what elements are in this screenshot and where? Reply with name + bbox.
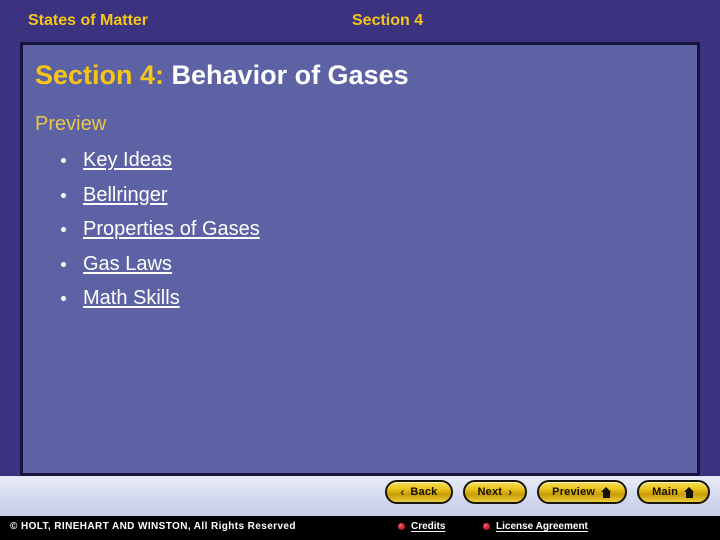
slide-content-panel: Section 4: Behavior of Gases Preview Key… xyxy=(20,42,700,476)
list-item[interactable]: Gas Laws xyxy=(35,247,260,282)
license-link-group[interactable]: License Agreement xyxy=(483,521,588,532)
bullet-icon xyxy=(61,261,66,267)
slide-title: Section 4: Behavior of Gases xyxy=(35,60,409,91)
list-item[interactable]: Math Skills xyxy=(35,281,260,316)
bullet-icon xyxy=(61,192,66,198)
list-item[interactable]: Bellringer xyxy=(35,178,260,213)
next-button[interactable]: Next › xyxy=(462,480,528,504)
header-course-title: States of Matter xyxy=(28,12,149,29)
bullet-dot-icon xyxy=(483,523,490,530)
next-button-label: Next xyxy=(477,486,503,498)
preview-link-math-skills[interactable]: Math Skills xyxy=(83,287,180,309)
back-button[interactable]: ‹ Back xyxy=(385,480,453,504)
main-button-label: Main xyxy=(652,486,678,498)
preview-heading: Preview xyxy=(35,113,107,135)
home-icon xyxy=(684,486,695,498)
credits-link-group[interactable]: Credits xyxy=(398,521,445,532)
navigation-button-group: ‹ Back Next › Preview Main xyxy=(385,480,710,504)
back-button-label: Back xyxy=(410,486,438,498)
preview-link-key-ideas[interactable]: Key Ideas xyxy=(83,149,172,171)
preview-link-list: Key Ideas Bellringer Properties of Gases… xyxy=(35,143,260,316)
bullet-dot-icon xyxy=(398,523,405,530)
preview-button[interactable]: Preview xyxy=(537,480,628,504)
list-item[interactable]: Key Ideas xyxy=(35,143,260,178)
preview-link-bellringer[interactable]: Bellringer xyxy=(83,184,167,206)
navigation-strip: ‹ Back Next › Preview Main xyxy=(0,476,720,516)
copyright-notice: © HOLT, RINEHART AND WINSTON, All Rights… xyxy=(10,521,296,532)
footer-bar: © HOLT, RINEHART AND WINSTON, All Rights… xyxy=(0,516,720,540)
preview-link-properties-of-gases[interactable]: Properties of Gases xyxy=(83,218,260,240)
preview-link-gas-laws[interactable]: Gas Laws xyxy=(83,253,172,275)
slide-title-main: Behavior of Gases xyxy=(164,60,409,90)
slide-title-accent: Section 4: xyxy=(35,60,165,90)
presentation-slide: States of Matter Section 4 Section 4: Be… xyxy=(0,0,720,540)
bullet-icon xyxy=(61,227,66,233)
header-section-label: Section 4 xyxy=(352,12,424,29)
list-item[interactable]: Properties of Gases xyxy=(35,212,260,247)
slide-header: States of Matter Section 4 xyxy=(0,0,720,42)
bullet-icon xyxy=(61,158,66,164)
home-icon xyxy=(601,486,612,498)
credits-link[interactable]: Credits xyxy=(411,521,445,532)
chevron-right-icon: › xyxy=(508,485,513,499)
license-agreement-link[interactable]: License Agreement xyxy=(496,521,588,532)
main-button[interactable]: Main xyxy=(637,480,710,504)
preview-button-label: Preview xyxy=(552,486,596,498)
chevron-left-icon: ‹ xyxy=(400,485,405,499)
bullet-icon xyxy=(61,296,66,302)
